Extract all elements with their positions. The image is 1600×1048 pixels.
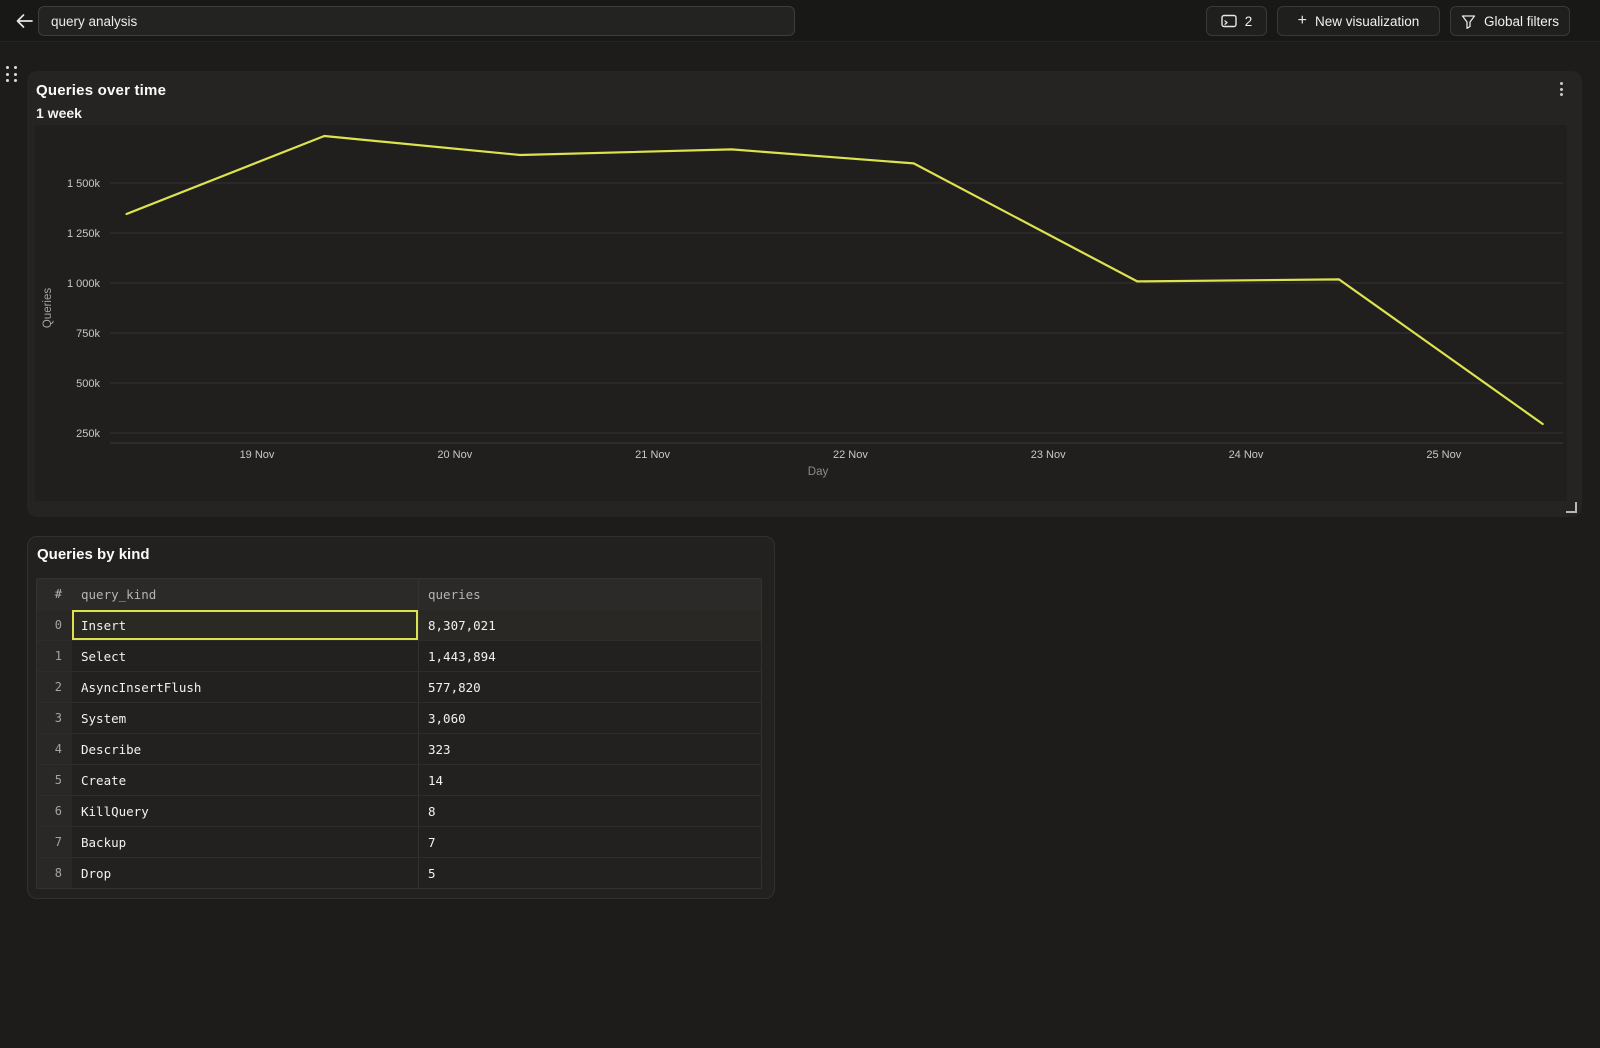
global-filters-button[interactable]: Global filters <box>1450 6 1570 36</box>
dashboard-title-input[interactable] <box>38 6 795 36</box>
row-index-cell[interactable]: 7 <box>37 827 72 857</box>
kebab-menu-icon[interactable] <box>1552 78 1570 100</box>
svg-text:23 Nov: 23 Nov <box>1031 449 1066 461</box>
queries-line-series <box>127 136 1543 424</box>
svg-text:Queries: Queries <box>42 288 54 329</box>
table-row: 0Insert8,307,021 <box>37 609 761 640</box>
table-row: 2AsyncInsertFlush577,820 <box>37 671 761 702</box>
svg-text:19 Nov: 19 Nov <box>240 449 275 461</box>
table-row: 8Drop5 <box>37 857 761 888</box>
query-kind-cell[interactable]: System <box>72 703 418 733</box>
queries-value-cell[interactable]: 577,820 <box>418 672 762 702</box>
plus-icon: + <box>1298 13 1307 29</box>
row-index-cell[interactable]: 6 <box>37 796 72 826</box>
table-panel-title: Queries by kind <box>37 546 150 563</box>
back-arrow-icon <box>15 13 34 29</box>
row-index-cell[interactable]: 3 <box>37 703 72 733</box>
dashboard-screen: 2 + New visualization Global filters Que… <box>0 0 1600 1048</box>
query-kind-cell[interactable]: Drop <box>72 858 418 888</box>
svg-text:1 000k: 1 000k <box>67 278 101 290</box>
svg-text:1 500k: 1 500k <box>67 178 101 190</box>
queries-over-time-chart[interactable]: 1 500k 1 250k 1 000k 750k 500k 250k 19 Nov 20 N… <box>35 125 1567 501</box>
row-index-cell[interactable]: 0 <box>37 610 72 640</box>
svg-text:250k: 250k <box>76 428 100 440</box>
panel-drag-handle-icon[interactable] <box>6 66 20 84</box>
queries-value-cell[interactable]: 8,307,021 <box>418 610 762 640</box>
query-kind-cell[interactable]: AsyncInsertFlush <box>72 672 418 702</box>
queries-value-cell[interactable]: 7 <box>418 827 762 857</box>
query-kind-cell[interactable]: Insert <box>72 610 418 640</box>
visualization-count-button[interactable]: 2 <box>1206 6 1267 36</box>
query-kind-cell[interactable]: Backup <box>72 827 418 857</box>
chart-panel-title: Queries over time <box>36 82 166 99</box>
table-row: 3System3,060 <box>37 702 761 733</box>
column-header-queries[interactable]: queries <box>418 579 762 609</box>
column-header-index[interactable]: # <box>37 579 72 609</box>
table-row: 7Backup7 <box>37 826 761 857</box>
queries-value-cell[interactable]: 1,443,894 <box>418 641 762 671</box>
visualization-count: 2 <box>1245 14 1253 29</box>
table-row: 5Create14 <box>37 764 761 795</box>
panel-resize-handle[interactable] <box>1566 502 1577 513</box>
queries-over-time-panel: Queries over time 1 week 1 500k 1 250k 1 0… <box>27 71 1582 517</box>
global-filters-label: Global filters <box>1484 14 1559 29</box>
query-kind-cell[interactable]: Create <box>72 765 418 795</box>
column-header-query_kind[interactable]: query_kind <box>72 579 418 609</box>
svg-text:750k: 750k <box>76 328 100 340</box>
queries-by-kind-table: #query_kindqueries0Insert8,307,0211Selec… <box>36 578 762 889</box>
queries-value-cell[interactable]: 8 <box>418 796 762 826</box>
svg-text:22 Nov: 22 Nov <box>833 449 868 461</box>
row-index-cell[interactable]: 8 <box>37 858 72 888</box>
query-kind-cell[interactable]: Describe <box>72 734 418 764</box>
queries-value-cell[interactable]: 14 <box>418 765 762 795</box>
query-kind-cell[interactable]: KillQuery <box>72 796 418 826</box>
queries-by-kind-panel: Queries by kind #query_kindqueries0Inser… <box>27 536 775 899</box>
funnel-icon <box>1461 14 1476 29</box>
back-button[interactable] <box>10 8 38 34</box>
svg-text:21 Nov: 21 Nov <box>635 449 670 461</box>
svg-text:1 250k: 1 250k <box>67 228 101 240</box>
table-header-row: #query_kindqueries <box>37 579 761 609</box>
row-index-cell[interactable]: 4 <box>37 734 72 764</box>
dashboard-panel-icon <box>1221 14 1237 28</box>
svg-text:500k: 500k <box>76 378 100 390</box>
query-kind-cell[interactable]: Select <box>72 641 418 671</box>
chart-panel-subtitle: 1 week <box>36 105 82 121</box>
new-visualization-button[interactable]: + New visualization <box>1277 6 1440 36</box>
svg-text:Day: Day <box>808 466 829 478</box>
table-row: 1Select1,443,894 <box>37 640 761 671</box>
table-row: 4Describe323 <box>37 733 761 764</box>
svg-text:24 Nov: 24 Nov <box>1229 449 1264 461</box>
queries-value-cell[interactable]: 5 <box>418 858 762 888</box>
svg-text:25 Nov: 25 Nov <box>1426 449 1461 461</box>
top-bar: 2 + New visualization Global filters <box>0 0 1600 42</box>
row-index-cell[interactable]: 1 <box>37 641 72 671</box>
new-visualization-label: New visualization <box>1315 14 1419 29</box>
queries-value-cell[interactable]: 3,060 <box>418 703 762 733</box>
row-index-cell[interactable]: 2 <box>37 672 72 702</box>
svg-text:20 Nov: 20 Nov <box>437 449 472 461</box>
queries-value-cell[interactable]: 323 <box>418 734 762 764</box>
row-index-cell[interactable]: 5 <box>37 765 72 795</box>
table-row: 6KillQuery8 <box>37 795 761 826</box>
